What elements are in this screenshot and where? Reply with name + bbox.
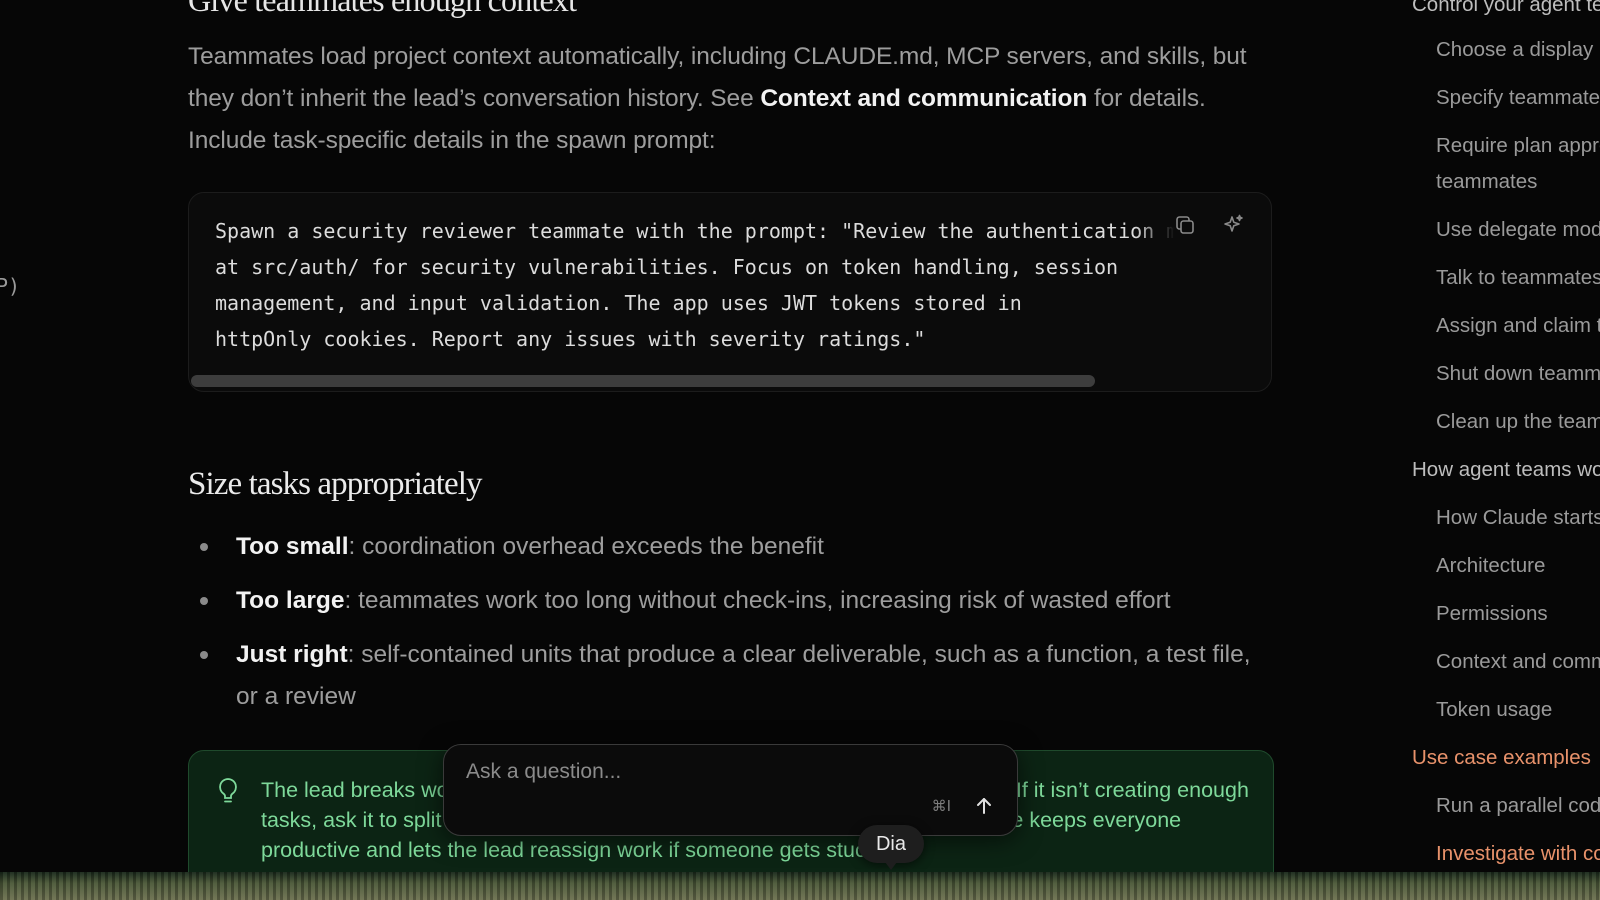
bullet-term: Too small — [236, 533, 349, 560]
toc-section-active[interactable]: Use case examples — [1412, 746, 1591, 770]
list-item: Too large: teammates work too long witho… — [188, 580, 1273, 622]
bullet-term: Just right — [236, 641, 348, 668]
code-text: Spawn a security reviewer teammate with … — [215, 219, 1175, 351]
toc-item[interactable]: Token usage — [1436, 698, 1552, 722]
toc-item[interactable]: Shut down teammates — [1436, 362, 1600, 386]
keyboard-shortcut-hint: ⌘I — [931, 797, 951, 815]
left-nav-clipped-text[interactable]: P) — [0, 274, 20, 298]
sparkle-icon[interactable] — [1221, 213, 1245, 237]
task-size-list: Too small: coordination overhead exceeds… — [188, 526, 1273, 730]
toc-item[interactable]: Architecture — [1436, 554, 1545, 578]
docs-page: P) Give teammates enough context Teammat… — [0, 0, 1600, 900]
toc-item[interactable]: Permissions — [1436, 602, 1548, 626]
copy-icon[interactable] — [1173, 213, 1197, 237]
code-horizontal-scrollbar[interactable] — [189, 375, 1271, 387]
toc-item[interactable]: Choose a display mode — [1436, 38, 1600, 62]
lightbulb-icon — [217, 777, 239, 810]
toc-item[interactable]: Specify teammates and models — [1436, 86, 1600, 110]
toc-item[interactable]: Talk to teammates directly — [1436, 266, 1600, 290]
toc-item-continued[interactable]: teammates — [1436, 170, 1537, 194]
ask-question-box: ⌘I — [443, 744, 1018, 836]
toc-section[interactable]: Control your agent team — [1412, 0, 1600, 17]
toc-section[interactable]: How agent teams work — [1412, 458, 1600, 482]
toc-item[interactable]: How Claude starts agent teams — [1436, 506, 1600, 530]
arrow-up-icon[interactable] — [971, 793, 997, 819]
toc-item[interactable]: Run a parallel code review — [1436, 794, 1600, 818]
toc-item[interactable]: Assign and claim tasks — [1436, 314, 1600, 338]
code-block: Spawn a security reviewer teammate with … — [188, 192, 1272, 392]
scrollbar-thumb[interactable] — [191, 375, 1095, 387]
bullet-text: : self-contained units that produce a cl… — [236, 641, 1251, 710]
bullet-dot — [200, 651, 208, 659]
context-paragraph: Teammates load project context automatic… — [188, 36, 1258, 162]
toc-item-active[interactable]: Investigate with competing hypotheses — [1436, 842, 1600, 866]
toc-item[interactable]: Require plan approval for — [1436, 134, 1600, 158]
size-tasks-heading: Size tasks appropriately — [188, 466, 483, 502]
bullet-text: : coordination overhead exceeds the bene… — [348, 533, 824, 560]
list-item: Too small: coordination overhead exceeds… — [188, 526, 1273, 568]
bullet-term: Too large — [236, 587, 345, 614]
toc-item[interactable]: Use delegate mode — [1436, 218, 1600, 242]
bullet-text: : teammates work too long without check-… — [344, 587, 1171, 614]
dia-tooltip: Dia — [858, 825, 924, 870]
list-item: Just right: self-contained units that pr… — [188, 634, 1273, 718]
ask-question-input[interactable] — [464, 759, 968, 785]
code-toolbar — [1173, 213, 1245, 237]
bullet-dot — [200, 597, 208, 605]
context-communication-link[interactable]: Context and communication — [760, 85, 1087, 112]
section-heading-context: Give teammates enough context — [188, 0, 577, 18]
toc-item[interactable]: Context and communication — [1436, 650, 1600, 674]
bullet-dot — [200, 543, 208, 551]
desktop-wallpaper-strip — [0, 872, 1600, 900]
toc-item[interactable]: Clean up the team — [1436, 410, 1600, 434]
